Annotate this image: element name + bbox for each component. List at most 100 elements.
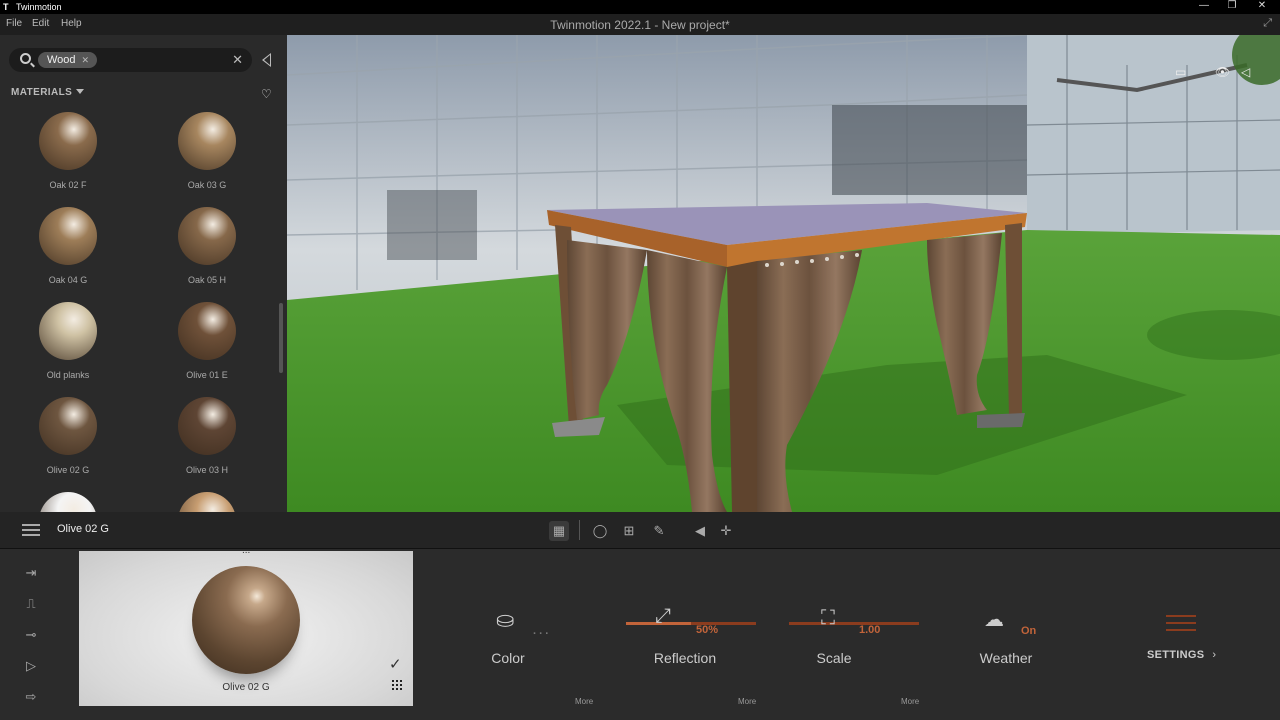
material-sphere (39, 207, 97, 265)
preview-sphere (192, 566, 300, 674)
grid-snap-icon[interactable]: ▦ (549, 521, 569, 541)
material-label: Olive 01 E (186, 370, 228, 380)
material-tile[interactable] (147, 492, 267, 512)
paint-material-icon[interactable]: ⊞ (619, 521, 639, 541)
material-sphere (178, 207, 236, 265)
minimize-button[interactable]: — (1194, 0, 1214, 11)
reflection-icon: ⤢ (655, 605, 671, 627)
restore-button[interactable]: ❐ (1222, 0, 1242, 11)
param-weather[interactable]: ☁ On Weather (936, 607, 1076, 667)
weather-label: Weather (979, 650, 1033, 666)
search-icon (20, 53, 31, 64)
material-tile[interactable] (8, 492, 128, 512)
scale-value: 1.00 (859, 624, 881, 636)
material-sphere (178, 302, 236, 360)
materials-dropdown[interactable]: MATERIALS (11, 87, 85, 98)
material-label: Oak 04 G (48, 275, 88, 285)
collapse-right-icon[interactable]: ◁ (1241, 65, 1250, 79)
menu-hamburger-icon[interactable] (22, 524, 40, 536)
import-icon[interactable]: ⇥ (20, 565, 42, 581)
eyedropper-icon[interactable]: ✎ (649, 521, 669, 541)
preview-menu[interactable]: ... (242, 545, 250, 556)
more-color-link[interactable]: More (575, 697, 593, 706)
material-grid: Oak 02 F Oak 03 G Oak 04 G Oak 05 H Old plan… (0, 110, 278, 512)
scale-icon: ⛶ (821, 607, 835, 629)
material-tile[interactable]: Olive 02 G (8, 397, 128, 487)
material-label: Oak 05 H (187, 275, 227, 285)
scene-render (287, 35, 1280, 512)
collapse-panel-icon[interactable] (262, 53, 271, 67)
twinmotion-logo-icon: T (3, 2, 9, 12)
search-chip-label: Wood (47, 54, 76, 66)
material-sphere (39, 302, 97, 360)
graph-icon[interactable]: ⎍ (20, 596, 42, 612)
chevron-right-icon: › (1212, 649, 1217, 661)
search-chip[interactable]: Wood ✕ (38, 52, 98, 68)
more-reflection-link[interactable]: More (738, 697, 756, 706)
media-icon[interactable]: ▷ (20, 658, 42, 674)
export-icon[interactable]: ⇨ (20, 689, 42, 705)
color-value: . . . (533, 625, 549, 637)
clear-search-icon[interactable]: ✕ (232, 52, 243, 68)
scale-label: Scale (816, 650, 852, 666)
library-panel: Wood ✕ ✕ MATERIALS ♡ Oak 02 F Oak 03 G Oak … (0, 35, 287, 512)
settings-sliders-icon[interactable] (1166, 613, 1196, 633)
caret-down-icon (76, 89, 85, 94)
material-tile[interactable]: Olive 03 H (147, 397, 267, 487)
window-titlebar: T Twinmotion — ❐ ✕ (0, 0, 1280, 14)
check-icon[interactable]: ✓ (389, 655, 402, 673)
color-label: Color (491, 650, 525, 666)
material-tile[interactable]: Oak 02 F (8, 112, 128, 202)
select-shapes-icon[interactable]: ◯ (590, 521, 610, 541)
selected-material-name: Olive 02 G (57, 523, 109, 535)
material-label: Olive 03 H (185, 465, 229, 475)
material-tile[interactable]: Olive 01 E (147, 302, 267, 392)
scale-slider[interactable] (789, 622, 919, 625)
material-sphere (39, 112, 97, 170)
material-editor: ⇥ ⎍ ⊸ ▷ ⇨ ... Olive 02 G ✓ ⛀ . . . Color… (0, 545, 1280, 720)
eye-icon[interactable]: 👁 (1215, 65, 1230, 79)
view-mode-icon[interactable]: ▭ (1175, 65, 1186, 79)
undo-icon[interactable]: ◀ (690, 521, 710, 541)
weather-value: On (1021, 625, 1037, 637)
slider-icon[interactable]: ⊸ (20, 627, 42, 643)
material-label: Old planks (46, 370, 90, 380)
window-title: Twinmotion 2022.1 - New project* (550, 18, 730, 32)
material-tile[interactable]: Oak 03 G (147, 112, 267, 202)
material-preview[interactable]: ... Olive 02 G ✓ (79, 545, 413, 706)
settings-button[interactable]: SETTINGS › (1147, 649, 1216, 661)
toolbar-separator (579, 520, 580, 540)
fullscreen-icon[interactable]: ⤢ (1263, 17, 1272, 30)
reflection-label: Reflection (653, 650, 717, 666)
material-tile[interactable]: Oak 04 G (8, 207, 128, 297)
material-sphere (39, 492, 97, 512)
preview-material-name: Olive 02 G (222, 682, 270, 693)
more-scale-link[interactable]: More (901, 697, 919, 706)
material-sphere (39, 397, 97, 455)
3d-viewport[interactable]: ▭ 👁 ◁ (287, 35, 1280, 512)
material-sphere (178, 397, 236, 455)
material-sphere (178, 492, 236, 512)
param-reflection[interactable]: ⤢ 50% Reflection (615, 605, 756, 667)
materials-title: MATERIALS (11, 87, 73, 98)
reflection-value: 50% (696, 624, 719, 636)
material-sphere (178, 112, 236, 170)
menu-bar: File Edit Help Twinmotion 2022.1 - New p… (0, 14, 1280, 35)
scrollbar-thumb[interactable] (279, 303, 283, 373)
material-tile[interactable]: Old planks (8, 302, 128, 392)
close-window-button[interactable]: ✕ (1252, 0, 1272, 11)
material-label: Olive 02 G (46, 465, 90, 475)
move-icon[interactable]: ✛ (716, 521, 736, 541)
reflection-slider[interactable] (626, 622, 756, 625)
material-label: Oak 03 G (187, 180, 227, 190)
material-tile[interactable]: Oak 05 H (147, 207, 267, 297)
weather-cloud-icon: ☁ (984, 609, 1004, 631)
grid-dots-icon[interactable] (391, 679, 403, 691)
favorites-heart-icon[interactable]: ♡ (261, 87, 272, 101)
param-scale[interactable]: ⛶ 1.00 Scale (764, 607, 919, 667)
settings-label: SETTINGS (1147, 649, 1205, 661)
param-color[interactable]: ⛀ . . . Color (438, 607, 578, 667)
app-name: Twinmotion (16, 2, 62, 12)
search-input[interactable]: Wood ✕ ✕ (9, 48, 252, 72)
chip-remove-icon[interactable]: ✕ (82, 55, 90, 65)
